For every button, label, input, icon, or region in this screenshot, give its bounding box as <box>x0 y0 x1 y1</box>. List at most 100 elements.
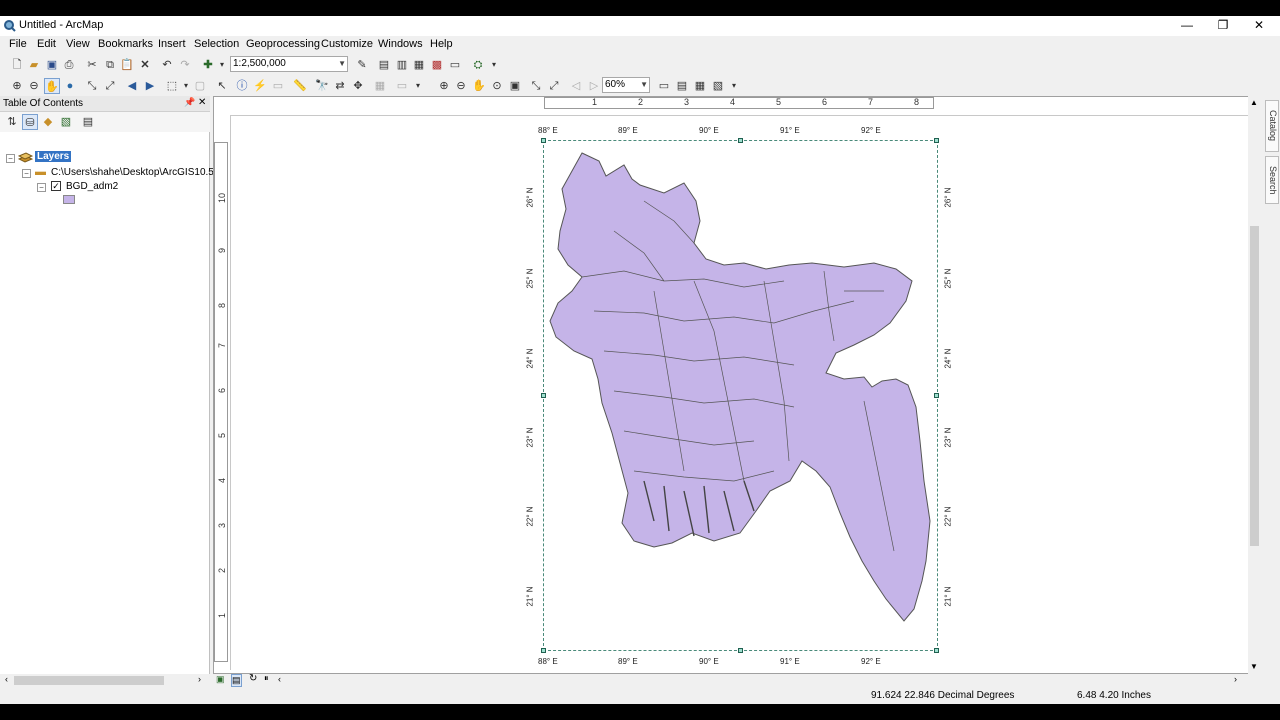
print-icon[interactable]: ⎙ <box>61 57 77 73</box>
fixed-zoom-in-layout-icon[interactable]: ⤡ <box>528 78 544 94</box>
horizontal-scrollbar[interactable]: ‹ › <box>278 674 1248 687</box>
search-window-icon[interactable]: ▦ <box>411 57 427 73</box>
folder-path-node[interactable]: C:\Users\shahe\Desktop\ArcGIS10.5\ <box>51 167 217 178</box>
map-scale-combo[interactable]: 1:2,500,000 ▼ <box>230 56 348 72</box>
layer-visibility-checkbox[interactable]: ✓ <box>51 181 61 191</box>
resize-handle[interactable] <box>541 393 546 398</box>
search-tab[interactable]: Search <box>1265 156 1279 204</box>
identify-icon[interactable]: ⓘ <box>234 78 250 94</box>
select-elements-icon[interactable]: ↖ <box>214 78 230 94</box>
scroll-left-icon[interactable]: ‹ <box>5 674 8 684</box>
clear-selection-icon[interactable]: ▢ <box>192 78 208 94</box>
pan-icon[interactable]: ✋ <box>44 78 60 94</box>
close-icon[interactable]: ✕ <box>198 97 206 108</box>
toolbar-options-icon[interactable]: ▾ <box>726 78 742 94</box>
editor-toolbar-icon[interactable]: ✎ <box>354 57 370 73</box>
catalog-window-icon[interactable]: ▥ <box>394 57 410 73</box>
menu-edit[interactable]: Edit <box>37 38 56 50</box>
undo-icon[interactable]: ↶ <box>159 57 175 73</box>
menu-bookmarks[interactable]: Bookmarks <box>98 38 153 50</box>
fixed-zoom-out-layout-icon[interactable]: ⤢ <box>546 78 562 94</box>
copy-icon[interactable]: ⧉ <box>102 57 118 73</box>
model-builder-icon[interactable]: ⛭ <box>470 57 486 73</box>
delete-icon[interactable]: ✕ <box>137 57 153 73</box>
vertical-scrollbar[interactable]: ▲ ▼ <box>1248 96 1261 674</box>
table-of-contents-icon[interactable]: ▤ <box>376 57 392 73</box>
toc-options-icon[interactable]: ▤ <box>80 114 96 130</box>
scroll-right-icon[interactable]: › <box>1234 674 1237 684</box>
add-data-dropdown-icon[interactable]: ▾ <box>214 57 230 73</box>
scrollbar-thumb[interactable] <box>1250 226 1259 546</box>
layers-node[interactable]: Layers <box>35 151 72 162</box>
scroll-up-icon[interactable]: ▲ <box>1250 98 1258 107</box>
fixed-zoom-in-icon[interactable]: ⤡ <box>84 78 100 94</box>
pause-drawing-icon[interactable]: ⏸ <box>264 673 269 684</box>
layout-view-icon[interactable]: ▤ <box>231 674 242 687</box>
scroll-left-icon[interactable]: ‹ <box>278 674 281 684</box>
toolbar-options-icon[interactable]: ▾ <box>486 57 502 73</box>
arctoolbox-icon[interactable]: ▩ <box>429 57 445 73</box>
minimize-button[interactable]: — <box>1169 16 1205 36</box>
close-button[interactable]: ✕ <box>1241 16 1277 36</box>
resize-handle[interactable] <box>541 138 546 143</box>
list-by-visibility-icon[interactable]: ◆ <box>40 114 56 130</box>
python-window-icon[interactable]: ▭ <box>447 57 463 73</box>
menu-windows[interactable]: Windows <box>378 38 423 50</box>
catalog-tab[interactable]: Catalog <box>1265 100 1279 152</box>
cut-icon[interactable]: ✂ <box>84 57 100 73</box>
resize-handle[interactable] <box>934 393 939 398</box>
scroll-right-icon[interactable]: › <box>198 674 201 684</box>
list-by-selection-icon[interactable]: ▧ <box>58 114 74 130</box>
next-extent-icon[interactable]: ▷ <box>586 78 602 94</box>
menu-view[interactable]: View <box>66 38 90 50</box>
fixed-zoom-out-icon[interactable]: ⤢ <box>102 78 118 94</box>
paste-icon[interactable]: 📋 <box>119 57 135 73</box>
save-icon[interactable]: ▣ <box>44 57 60 73</box>
menu-help[interactable]: Help <box>430 38 453 50</box>
toggle-draft-mode-icon[interactable]: ▭ <box>656 78 672 94</box>
chevron-down-icon[interactable]: ▼ <box>338 57 346 71</box>
previous-extent-icon[interactable]: ◁ <box>568 78 584 94</box>
layout-zoom-combo[interactable]: 60% ▼ <box>602 77 650 93</box>
data-driven-pages-icon[interactable]: ▧ <box>710 78 726 94</box>
open-folder-icon[interactable]: ▰ <box>26 57 42 73</box>
collapse-icon[interactable]: − <box>37 183 46 192</box>
bangladesh-map[interactable] <box>544 141 937 650</box>
layout-zoom-in-icon[interactable]: ⊕ <box>436 78 452 94</box>
layer-symbol-swatch[interactable] <box>63 195 75 204</box>
resize-handle[interactable] <box>738 648 743 653</box>
zoom-out-icon[interactable]: ⊖ <box>26 78 42 94</box>
find-icon[interactable]: 🔭 <box>314 78 330 94</box>
redo-icon[interactable]: ↷ <box>177 57 193 73</box>
menu-file[interactable]: File <box>9 38 27 50</box>
go-back-icon[interactable]: ◀ <box>124 78 140 94</box>
go-forward-icon[interactable]: ▶ <box>142 78 158 94</box>
find-route-icon[interactable]: ⇄ <box>332 78 348 94</box>
zoom-in-icon[interactable]: ⊕ <box>9 78 25 94</box>
layer-name[interactable]: BGD_adm2 <box>66 181 118 192</box>
menu-insert[interactable]: Insert <box>158 38 186 50</box>
focus-data-frame-icon[interactable]: ▤ <box>674 78 690 94</box>
change-layout-icon[interactable]: ▦ <box>692 78 708 94</box>
create-viewer-icon[interactable]: ▭ <box>394 78 410 94</box>
time-slider-icon[interactable]: ▦ <box>372 78 388 94</box>
maximize-button[interactable]: ❐ <box>1205 16 1241 36</box>
collapse-icon[interactable]: − <box>6 154 15 163</box>
measure-icon[interactable]: 📏 <box>292 78 308 94</box>
resize-handle[interactable] <box>934 648 939 653</box>
list-by-drawing-order-icon[interactable]: ⇅ <box>4 114 20 130</box>
list-by-source-icon[interactable]: ⛁ <box>22 114 38 130</box>
layout-pan-icon[interactable]: ✋ <box>471 78 487 94</box>
resize-handle[interactable] <box>934 138 939 143</box>
new-document-icon[interactable]: 🗋 <box>9 57 25 73</box>
resize-handle[interactable] <box>738 138 743 143</box>
menu-geoprocessing[interactable]: Geoprocessing <box>246 38 320 50</box>
collapse-icon[interactable]: − <box>22 169 31 178</box>
zoom-100-percent-icon[interactable]: ▣ <box>507 78 523 94</box>
toc-horizontal-scrollbar[interactable]: ‹ › <box>0 674 210 687</box>
pin-icon[interactable]: 📌 <box>184 97 195 108</box>
hyperlink-icon[interactable]: ⚡ <box>252 78 268 94</box>
toolbar-options-icon[interactable]: ▾ <box>410 78 426 94</box>
scrollbar-thumb[interactable] <box>14 676 164 685</box>
scroll-down-icon[interactable]: ▼ <box>1250 662 1258 671</box>
